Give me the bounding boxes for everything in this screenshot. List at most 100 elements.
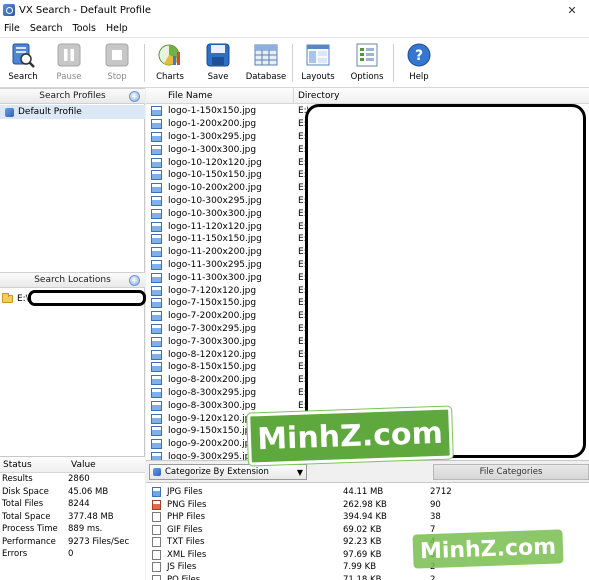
image-file-icon (151, 311, 162, 322)
tab-file-categories[interactable]: File Categories (433, 464, 589, 480)
js-file-icon (152, 562, 161, 573)
image-file-icon (151, 362, 162, 373)
category-size: 97.69 KB (343, 549, 382, 560)
category-size: 262.98 KB (343, 499, 387, 510)
txt-file-icon (152, 537, 161, 548)
image-file-icon (151, 375, 162, 386)
redaction-mark (305, 104, 586, 458)
profile-item-default[interactable]: Default Profile (0, 105, 145, 119)
image-file-icon (151, 195, 162, 206)
file-name: logo-10-300x300.jpg (168, 208, 262, 219)
status-row: Total Files 8244 (2, 499, 90, 510)
list-item[interactable]: PNG Files 262.98 KB 90 (146, 499, 589, 512)
database-button[interactable]: Database (243, 42, 289, 86)
file-name: logo-8-200x200.jpg (168, 375, 257, 386)
file-name: logo-11-300x300.jpg (168, 272, 262, 283)
category-name: PO Files (167, 574, 201, 580)
app-icon (3, 4, 15, 16)
status-row: Process Time 889 ms. (2, 524, 103, 535)
image-file-icon (151, 144, 162, 155)
image-file-icon (151, 400, 162, 411)
po-file-icon (152, 574, 161, 580)
charts-button[interactable]: Charts (147, 42, 193, 86)
file-name: logo-1-300x300.jpg (168, 144, 257, 155)
image-file-icon (151, 106, 162, 117)
image-file-icon (151, 131, 162, 142)
gif-file-icon (152, 524, 161, 535)
image-file-icon (151, 336, 162, 347)
menu-file[interactable]: File (0, 23, 26, 34)
image-file-icon (151, 170, 162, 181)
image-file-icon (151, 285, 162, 296)
folder-icon (2, 293, 13, 303)
status-row: Errors 0 (2, 549, 74, 560)
category-name: GIF Files (167, 524, 203, 535)
categorize-select[interactable]: Categorize By Extension ▼ (149, 464, 307, 480)
file-name: logo-11-200x200.jpg (168, 247, 262, 258)
menu-search[interactable]: Search (26, 23, 69, 34)
category-name: JS Files (167, 562, 197, 573)
file-name: logo-7-200x200.jpg (168, 311, 257, 322)
category-count: 2712 (430, 487, 452, 498)
column-directory[interactable]: Directory (298, 91, 339, 101)
category-icon (153, 468, 161, 476)
column-file-name[interactable]: File Name (168, 91, 212, 101)
jpg-file-icon (152, 487, 161, 498)
redaction-mark (28, 290, 146, 306)
status-row: Disk Space 45.06 MB (2, 486, 109, 497)
image-file-icon (151, 234, 162, 245)
profile-icon (5, 107, 14, 117)
list-item[interactable]: JPG Files 44.11 MB 2712 (146, 486, 589, 499)
image-file-icon (151, 221, 162, 232)
stop-button[interactable]: Stop (94, 42, 140, 86)
file-name: logo-1-150x150.jpg (168, 106, 257, 117)
file-name: logo-7-120x120.jpg (168, 285, 257, 296)
category-name: JPG Files (167, 487, 203, 498)
image-file-icon (151, 413, 162, 424)
file-name: logo-11-150x150.jpg (168, 234, 262, 245)
toolbar: Search Pause Stop Charts Save Database L… (0, 38, 589, 88)
file-name: logo-10-300x295.jpg (168, 195, 262, 206)
add-profile-icon[interactable]: + (129, 91, 140, 102)
file-name: logo-7-300x295.jpg (168, 323, 257, 334)
menu-help[interactable]: Help (102, 23, 134, 34)
toolbar-separator (393, 44, 394, 82)
title-bar: VX Search - Default Profile ✕ (0, 0, 589, 20)
category-bar: Categorize By Extension ▼ File Categorie… (146, 460, 589, 482)
list-item[interactable]: PO Files 71.18 KB 2 (146, 574, 589, 580)
file-list-header: File Name Directory (146, 88, 589, 104)
category-size: 71.18 KB (343, 574, 382, 580)
pause-button[interactable]: Pause (46, 42, 92, 86)
category-size: 69.02 KB (343, 524, 382, 535)
layouts-button[interactable]: Layouts (295, 42, 341, 86)
database-grid-icon (253, 42, 279, 68)
image-file-icon (151, 272, 162, 283)
file-name: logo-11-120x120.jpg (168, 221, 262, 232)
watermark-logo: MinhZ.com (412, 529, 564, 569)
status-row: Total Space 377.48 MB (2, 511, 114, 522)
options-button[interactable]: Options (344, 42, 390, 86)
menu-tools[interactable]: Tools (69, 23, 102, 34)
add-location-icon[interactable]: + (129, 275, 140, 286)
chevron-down-icon: ▼ (296, 468, 303, 477)
watermark-logo: MinhZ.com (247, 406, 453, 466)
category-size: 394.94 KB (343, 512, 387, 523)
category-size: 7.99 KB (343, 562, 377, 573)
help-button[interactable]: ? Help (396, 42, 442, 86)
file-name: logo-8-300x300.jpg (168, 400, 257, 411)
save-button[interactable]: Save (195, 42, 241, 86)
category-size: 44.11 MB (343, 487, 384, 498)
status-panel: Status Value Results 2860 Disk Space 45.06 … (0, 456, 145, 580)
status-row: Results 2860 (2, 474, 90, 485)
search-profiles-header: Search Profiles + (0, 88, 145, 104)
image-file-icon (151, 208, 162, 219)
image-file-icon (151, 323, 162, 334)
file-name: logo-10-200x200.jpg (168, 183, 262, 194)
close-icon[interactable]: ✕ (555, 0, 589, 20)
category-name: XML Files (167, 549, 207, 560)
pause-icon (56, 42, 82, 68)
list-item[interactable]: PHP Files 394.94 KB 38 (146, 511, 589, 524)
toolbar-separator (292, 44, 293, 82)
search-button[interactable]: Search (0, 42, 46, 86)
category-size: 92.23 KB (343, 537, 382, 548)
